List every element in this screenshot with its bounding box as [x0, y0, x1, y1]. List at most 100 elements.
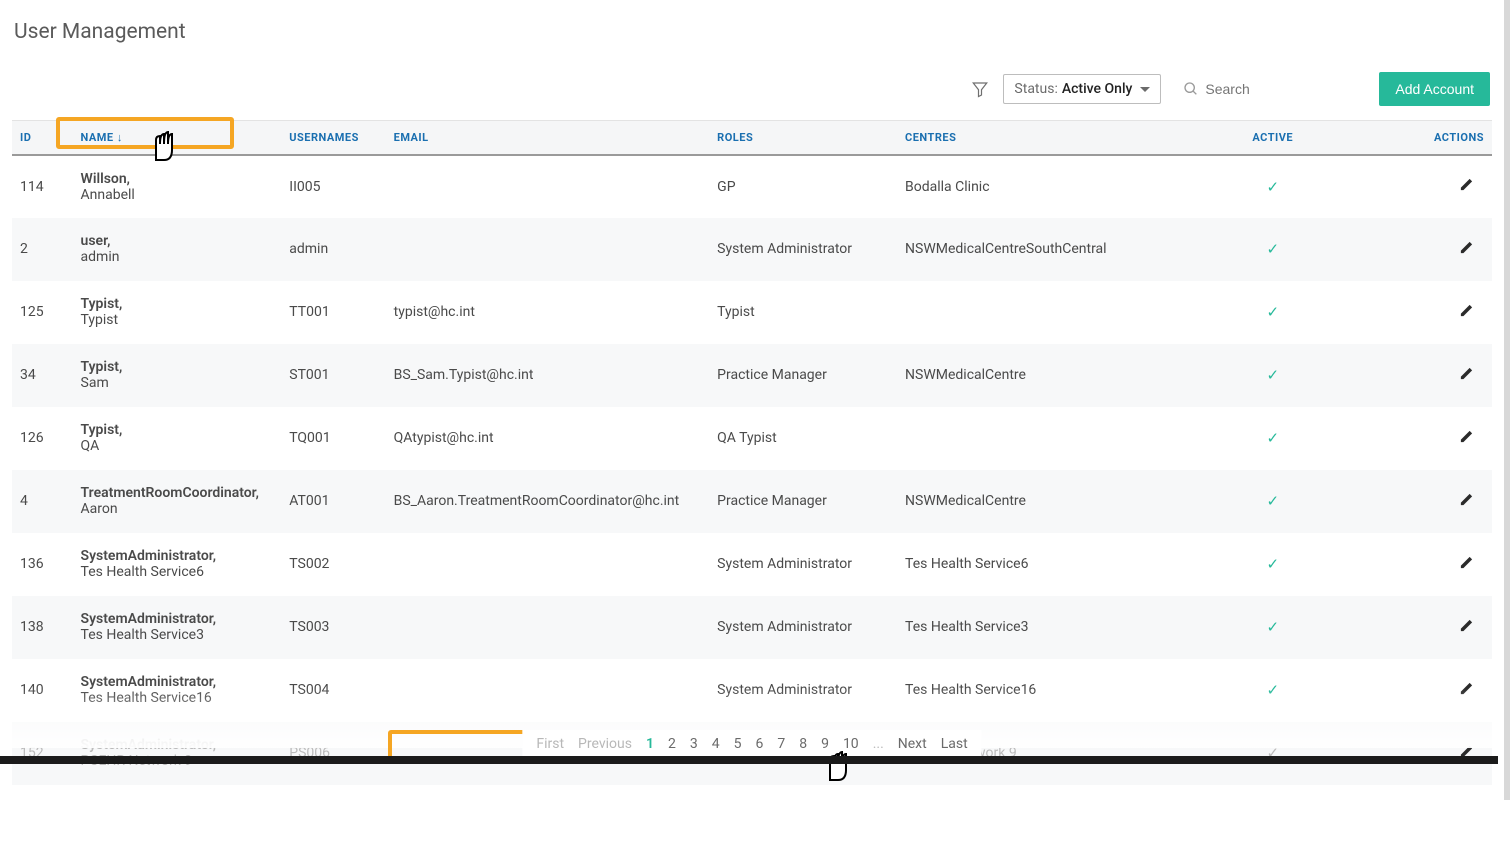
cell-active: ✓: [1210, 659, 1335, 722]
col-email[interactable]: EMAIL: [386, 121, 710, 155]
cell-active: ✓: [1210, 533, 1335, 596]
col-centres[interactable]: CENTRES: [897, 121, 1210, 155]
cell-name: SystemAdministrator,PCEHR Network 9: [73, 722, 282, 785]
cell-id: 126: [12, 407, 73, 470]
cell-centres: [897, 281, 1210, 344]
cell-id: 138: [12, 596, 73, 659]
cell-centres: NSWMedicalCentre: [897, 470, 1210, 533]
cell-active: ✓: [1210, 344, 1335, 407]
cell-username: TS004: [281, 659, 385, 722]
cell-centres: NSWMedicalCentreSouthCentral: [897, 218, 1210, 281]
col-roles[interactable]: ROLES: [709, 121, 897, 155]
cell-email: [386, 218, 710, 281]
cell-email: [386, 659, 710, 722]
cell-username: ST001: [281, 344, 385, 407]
page-...: ...: [873, 736, 884, 752]
cell-roles: Typist: [709, 281, 897, 344]
page-10[interactable]: 10: [843, 736, 859, 752]
edit-icon[interactable]: [1459, 177, 1474, 192]
cell-centres: Tes Health Service16: [897, 659, 1210, 722]
cell-roles: System Administrator: [709, 533, 897, 596]
edit-icon[interactable]: [1459, 429, 1474, 444]
status-value: Active Only: [1062, 81, 1133, 97]
search-field[interactable]: [1175, 77, 1365, 101]
table-row: 114Willson,AnnabellII005GPBodalla Clinic…: [12, 155, 1492, 218]
cell-active: ✓: [1210, 218, 1335, 281]
search-input[interactable]: [1205, 81, 1345, 97]
add-account-button[interactable]: Add Account: [1379, 72, 1490, 106]
cell-name: TreatmentRoomCoordinator,Aaron: [73, 470, 282, 533]
cell-active: ✓: [1210, 722, 1335, 785]
page-8[interactable]: 8: [799, 736, 807, 752]
cell-roles: Practice Manager: [709, 470, 897, 533]
cell-username: TQ001: [281, 407, 385, 470]
page-last[interactable]: Last: [941, 736, 968, 752]
edit-icon[interactable]: [1459, 366, 1474, 381]
page-9[interactable]: 9: [821, 736, 829, 752]
page-7[interactable]: 7: [777, 736, 785, 752]
table-row: 136SystemAdministrator,Tes Health Servic…: [12, 533, 1492, 596]
table-row: 34Typist,SamST001BS_Sam.Typist@hc.intPra…: [12, 344, 1492, 407]
cell-name: SystemAdministrator,Tes Health Service16: [73, 659, 282, 722]
page-1[interactable]: 1: [646, 736, 654, 752]
cell-active: ✓: [1210, 281, 1335, 344]
page-first: First: [536, 736, 564, 752]
cell-id: 140: [12, 659, 73, 722]
page-6[interactable]: 6: [755, 736, 763, 752]
cell-centres: Tes Health Service6: [897, 533, 1210, 596]
status-label: Status:: [1014, 81, 1057, 97]
cell-username: TS002: [281, 533, 385, 596]
cell-id: 114: [12, 155, 73, 218]
table-row: 126Typist,QATQ001QAtypist@hc.intQA Typis…: [12, 407, 1492, 470]
table-row: 138SystemAdministrator,Tes Health Servic…: [12, 596, 1492, 659]
cell-name: Willson,Annabell: [73, 155, 282, 218]
annotation-name-header: [56, 117, 234, 149]
col-actions: ACTIONS: [1335, 121, 1492, 155]
chevron-down-icon: [1140, 87, 1150, 92]
cell-email: QAtypist@hc.int: [386, 407, 710, 470]
page-4[interactable]: 4: [712, 736, 720, 752]
page-2[interactable]: 2: [668, 736, 676, 752]
cell-roles: Practice Manager: [709, 344, 897, 407]
filter-icon[interactable]: [971, 80, 989, 98]
col-usernames[interactable]: USERNAMES: [281, 121, 385, 155]
cell-email: [386, 533, 710, 596]
cell-active: ✓: [1210, 596, 1335, 659]
status-filter[interactable]: Status: Active Only: [1003, 74, 1161, 104]
edit-icon[interactable]: [1459, 555, 1474, 570]
table-row: 2user,adminadminSystem AdministratorNSWM…: [12, 218, 1492, 281]
cell-active: ✓: [1210, 407, 1335, 470]
cell-username: admin: [281, 218, 385, 281]
cell-roles: QA Typist: [709, 407, 897, 470]
edit-icon[interactable]: [1459, 240, 1474, 255]
cell-username: TT001: [281, 281, 385, 344]
edit-icon[interactable]: [1459, 681, 1474, 696]
users-table: ID NAME ↓ USERNAMES EMAIL ROLES CENTRES …: [12, 120, 1492, 785]
cell-name: user,admin: [73, 218, 282, 281]
edit-icon[interactable]: [1459, 618, 1474, 633]
cell-email: BS_Aaron.TreatmentRoomCoordinator@hc.int: [386, 470, 710, 533]
page-previous: Previous: [578, 736, 632, 752]
page-title: User Management: [12, 18, 1492, 66]
cell-name: Typist,QA: [73, 407, 282, 470]
table-row: 140SystemAdministrator,Tes Health Servic…: [12, 659, 1492, 722]
table-row: 125Typist,TypistTT001typist@hc.intTypist…: [12, 281, 1492, 344]
cell-roles: GP: [709, 155, 897, 218]
cell-id: 136: [12, 533, 73, 596]
page-next[interactable]: Next: [898, 736, 927, 752]
cell-id: 34: [12, 344, 73, 407]
cell-username: TS003: [281, 596, 385, 659]
cell-email: BS_Sam.Typist@hc.int: [386, 344, 710, 407]
cell-centres: [897, 407, 1210, 470]
cell-id: 125: [12, 281, 73, 344]
page-3[interactable]: 3: [690, 736, 698, 752]
cell-name: Typist,Sam: [73, 344, 282, 407]
edit-icon[interactable]: [1459, 303, 1474, 318]
cell-id: 4: [12, 470, 73, 533]
cell-id: 152: [12, 722, 73, 785]
pagination: First Previous 123456789 10... Next Last: [522, 730, 981, 758]
cell-name: Typist,Typist: [73, 281, 282, 344]
page-5[interactable]: 5: [734, 736, 742, 752]
edit-icon[interactable]: [1459, 492, 1474, 507]
col-active[interactable]: ACTIVE: [1210, 121, 1335, 155]
